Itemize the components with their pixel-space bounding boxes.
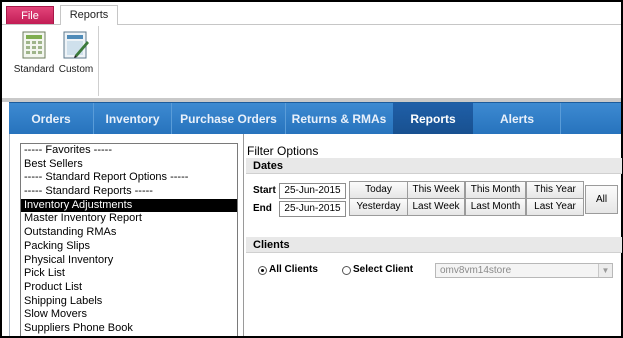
select-client-radio[interactable] [342,266,351,275]
list-item[interactable]: Pick List [21,267,237,281]
list-item[interactable]: ----- Standard Report Options ----- [21,171,237,185]
chevron-down-icon[interactable]: ▼ [598,264,612,277]
ribbon-body: Standard Custom [2,24,621,98]
list-item[interactable]: ----- Favorites ----- [21,144,237,158]
last-year-button[interactable]: Last Year [526,198,584,216]
nav-orders[interactable]: Orders [9,103,93,135]
clients-section-header: Clients [246,237,622,253]
today-button[interactable]: Today [349,181,408,199]
standard-report-icon [22,31,46,59]
this-month-button[interactable]: This Month [465,181,526,199]
nav-alerts[interactable]: Alerts [474,103,560,135]
nav-reports[interactable]: Reports [393,103,473,135]
filter-options-title: Filter Options [247,144,319,158]
client-select-value: omv8vm14store [440,265,512,276]
yesterday-button[interactable]: Yesterday [349,198,408,216]
last-week-button[interactable]: Last Week [407,198,465,216]
list-item[interactable]: Slow Movers [21,308,237,322]
list-item-selected[interactable]: Inventory Adjustments [21,198,237,213]
standard-report-label: Standard [13,64,55,75]
standard-report-button[interactable]: Standard [12,29,56,75]
list-item[interactable]: Packing Slips [21,240,237,254]
end-label: End [253,203,272,214]
list-item[interactable]: Suppliers Phone Book [21,322,237,336]
custom-report-label: Custom [58,64,94,75]
list-item[interactable]: Physical Inventory [21,254,237,268]
start-label: Start [253,185,276,196]
tab-file[interactable]: File [6,6,54,24]
nav-returns-rmas[interactable]: Returns & RMAs [286,103,392,135]
app-window: File Reports Standard Custom Orders Inve… [0,0,623,338]
all-clients-radio[interactable] [258,266,267,275]
main-nav: Orders Inventory Purchase Orders Returns… [9,102,621,135]
all-dates-button[interactable]: All [585,185,618,214]
nav-separator [560,103,561,135]
start-date-field[interactable]: 25-Jun-2015 [279,183,346,199]
report-list[interactable]: ----- Favorites ----- Best Sellers -----… [20,143,238,336]
client-select[interactable]: omv8vm14store ▼ [435,263,613,278]
this-week-button[interactable]: This Week [407,181,465,199]
select-client-label[interactable]: Select Client [353,264,413,275]
nav-purchase-orders[interactable]: Purchase Orders [172,103,285,135]
list-item[interactable]: Product List [21,281,237,295]
list-item[interactable]: Shipping Labels [21,295,237,309]
reports-content: ----- Favorites ----- Best Sellers -----… [9,134,622,336]
end-date-field[interactable]: 25-Jun-2015 [279,201,346,217]
custom-report-button[interactable]: Custom [58,29,94,75]
custom-report-icon [63,31,89,59]
list-item[interactable]: Master Inventory Report [21,212,237,226]
tab-reports-ribbon[interactable]: Reports [60,5,118,25]
list-item[interactable]: Outstanding RMAs [21,226,237,240]
dates-section-header: Dates [246,158,622,174]
all-clients-label[interactable]: All Clients [269,264,318,275]
last-month-button[interactable]: Last Month [465,198,526,216]
ribbon-separator [98,26,99,96]
nav-inventory[interactable]: Inventory [94,103,171,135]
this-year-button[interactable]: This Year [526,181,584,199]
list-item[interactable]: Best Sellers [21,158,237,172]
panel-divider [243,134,244,336]
ribbon-tab-strip: File Reports [2,2,621,25]
list-item[interactable]: ----- Standard Reports ----- [21,185,237,199]
